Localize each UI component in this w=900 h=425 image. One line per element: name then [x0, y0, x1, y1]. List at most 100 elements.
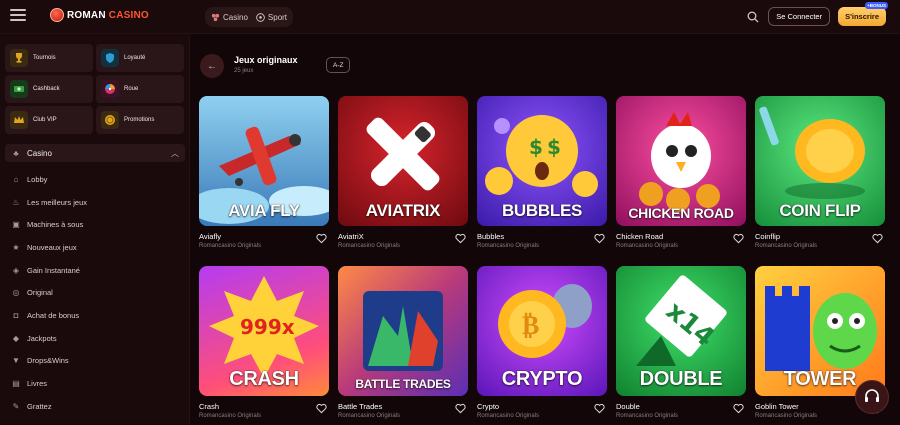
- sidebar-item-jackpots[interactable]: ◆ Jackpots: [5, 327, 185, 350]
- game-title: Double: [616, 402, 640, 411]
- casino-icon: ♣: [13, 148, 19, 158]
- game-thumbnail[interactable]: AVIA FLY: [199, 96, 329, 226]
- game-thumbnail[interactable]: ₿ CRYPTO: [477, 266, 607, 396]
- page-title: Jeux originaux: [234, 55, 298, 65]
- promo-label: Tournois: [33, 55, 56, 61]
- game-provider: Romancasino Originals: [477, 243, 540, 249]
- game-thumbnail[interactable]: 999x CRASH: [199, 266, 329, 396]
- game-title: Crypto: [477, 402, 500, 411]
- game-card[interactable]: AVIA FLY Aviafly Romancasino Originals: [199, 96, 329, 255]
- game-thumbnail[interactable]: COIN FLIP: [755, 96, 885, 226]
- support-chat-button[interactable]: [855, 380, 889, 414]
- promo-loyaute[interactable]: Loyauté: [96, 44, 184, 72]
- promo-roue[interactable]: Roue: [96, 75, 184, 103]
- game-provider: Romancasino Originals: [755, 413, 818, 419]
- brand-name-part1: ROMAN: [67, 9, 106, 21]
- game-provider: Romancasino Originals: [477, 413, 540, 419]
- game-card[interactable]: $ $ BUBBLES Bubbles Romancasino Originals: [477, 96, 607, 255]
- sidebar-item-label: Jackpots: [27, 333, 57, 343]
- tab-sport[interactable]: Sport: [256, 13, 287, 22]
- sidebar-item-label: Nouveaux jeux: [27, 242, 77, 252]
- promo-tournois[interactable]: Tournois: [5, 44, 93, 72]
- sidebar-item-books[interactable]: ▤ Livres: [5, 372, 185, 395]
- heart-icon[interactable]: [316, 233, 327, 244]
- thumbnail-title: COIN FLIP: [779, 201, 861, 220]
- thumbnail-title: BUBBLES: [501, 201, 583, 220]
- game-provider: Romancasino Originals: [338, 413, 401, 419]
- sidebar: Tournois Loyauté Cashback Roue Club VIP …: [0, 34, 190, 424]
- promo-label: Promotions: [124, 117, 155, 123]
- promo-grid: Tournois Loyauté Cashback Roue Club VIP …: [5, 44, 185, 134]
- sidebar-item-label: Machines à sous: [27, 220, 84, 230]
- coin-icon: [101, 111, 119, 129]
- promo-club-vip[interactable]: Club VIP: [5, 106, 93, 134]
- heart-icon[interactable]: [872, 233, 883, 244]
- promo-label: Club VIP: [33, 117, 57, 123]
- game-card[interactable]: COIN FLIP Coinflip Romancasino Originals: [755, 96, 885, 255]
- heart-icon[interactable]: [594, 233, 605, 244]
- original-icon: ◎: [12, 288, 20, 298]
- sidebar-item-best-games[interactable]: ♨ Les meilleurs jeux: [5, 191, 185, 214]
- game-title: AviatriX: [338, 232, 364, 241]
- casino-section-label: Casino: [27, 148, 52, 158]
- game-title: Coinflip: [755, 232, 781, 241]
- game-thumbnail[interactable]: AVIATRIX: [338, 96, 468, 226]
- game-thumbnail[interactable]: $ $ BUBBLES: [477, 96, 607, 226]
- tab-casino[interactable]: Casino: [211, 13, 248, 22]
- promo-label: Roue: [124, 86, 139, 92]
- game-thumbnail[interactable]: BATTLE TRADES: [338, 266, 468, 396]
- svg-text:$: $: [529, 135, 543, 159]
- sidebar-item-drops-wins[interactable]: ▼ Drops&Wins: [5, 350, 185, 373]
- game-thumbnail[interactable]: CHICKEN ROAD: [616, 96, 746, 226]
- brand-logo[interactable]: ROMAN CASINO: [50, 8, 149, 22]
- game-title: Battle Trades: [338, 402, 383, 411]
- shield-icon: [101, 49, 119, 67]
- sort-button[interactable]: A-Z: [326, 57, 351, 73]
- promo-promotions[interactable]: Promotions: [96, 106, 184, 134]
- game-thumbnail[interactable]: TOWER: [755, 266, 885, 396]
- game-provider: Romancasino Originals: [338, 243, 401, 249]
- hamburger-menu-icon[interactable]: [10, 9, 26, 23]
- thumbnail-title: DOUBLE: [639, 368, 723, 390]
- tab-casino-label: Casino: [223, 12, 248, 22]
- crown-icon: [10, 111, 28, 129]
- roman-helmet-icon: [50, 8, 64, 22]
- heart-icon[interactable]: [455, 233, 466, 244]
- game-provider: Romancasino Originals: [199, 413, 262, 419]
- casino-section-toggle[interactable]: ♣ Casino ︿: [5, 144, 185, 162]
- chevron-up-icon: ︿: [171, 148, 179, 158]
- game-card[interactable]: x14 DOUBLE Double Romancasino Originals: [616, 266, 746, 425]
- heart-icon[interactable]: [316, 403, 327, 414]
- scratch-icon: ✎: [12, 401, 20, 411]
- search-icon[interactable]: [746, 10, 760, 24]
- sidebar-item-lobby[interactable]: ⌂ Lobby: [5, 168, 185, 191]
- game-title: Crash: [199, 402, 220, 411]
- heart-icon[interactable]: [455, 403, 466, 414]
- sidebar-item-scratch[interactable]: ✎ Grattez: [5, 395, 185, 418]
- heart-icon[interactable]: [594, 403, 605, 414]
- game-provider: Romancasino Originals: [199, 243, 262, 249]
- back-button[interactable]: ←: [200, 54, 224, 78]
- signup-button[interactable]: S'inscrire +BONUS: [838, 2, 888, 26]
- sidebar-item-instant-win[interactable]: ◈ Gain Instantané: [5, 259, 185, 282]
- sidebar-item-original[interactable]: ◎ Original: [5, 281, 185, 304]
- wheel-icon: [101, 80, 119, 98]
- trophy-icon: [10, 49, 28, 67]
- game-card[interactable]: AVIATRIX AviatriX Romancasino Originals: [338, 96, 468, 255]
- game-card[interactable]: CHICKEN ROAD Chicken Road Romancasino Ori…: [616, 96, 746, 255]
- sidebar-menu: ⌂ Lobby ♨ Les meilleurs jeux ▣ Machines à s…: [5, 168, 185, 418]
- game-card[interactable]: BATTLE TRADES Battle Trades Romancasino O…: [338, 266, 468, 425]
- promo-cashback[interactable]: Cashback: [5, 75, 93, 103]
- game-card[interactable]: ₿ CRYPTO Crypto Romancasino Originals: [477, 266, 607, 425]
- heart-icon[interactable]: [733, 233, 744, 244]
- game-thumbnail[interactable]: x14 DOUBLE: [616, 266, 746, 396]
- login-button[interactable]: Se Connecter: [768, 7, 831, 26]
- game-provider: Romancasino Originals: [616, 413, 679, 419]
- sidebar-item-bonus-buy[interactable]: ◘ Achat de bonus: [5, 304, 185, 327]
- sidebar-item-label: Achat de bonus: [27, 310, 80, 320]
- heart-icon[interactable]: [733, 403, 744, 414]
- instant-icon: ◈: [12, 265, 20, 275]
- sidebar-item-slots[interactable]: ▣ Machines à sous: [5, 213, 185, 236]
- sidebar-item-new-games[interactable]: ★ Nouveaux jeux: [5, 236, 185, 259]
- game-card[interactable]: 999x CRASH Crash Romancasino Originals: [199, 266, 329, 425]
